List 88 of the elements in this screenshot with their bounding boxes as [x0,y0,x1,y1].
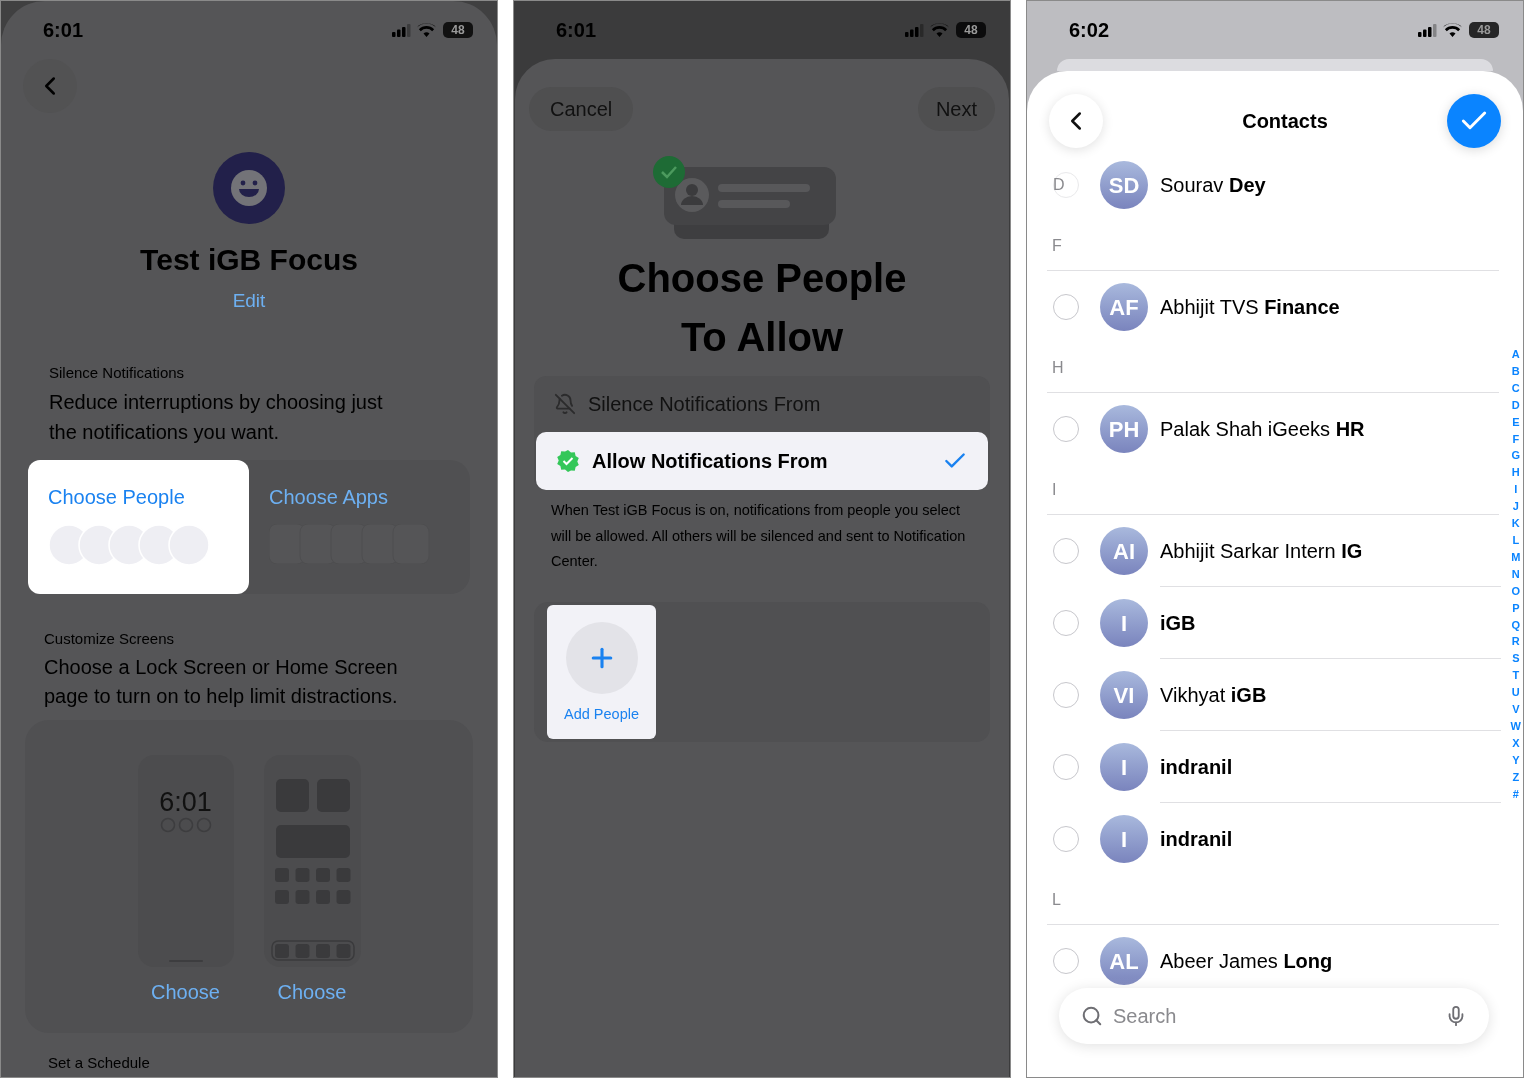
sheet-title: Contacts [1242,109,1328,134]
contact-name: Abeer James Long [1160,949,1333,974]
back-button[interactable] [1049,94,1103,148]
contact-avatar: PH [1100,405,1148,453]
bell-slash-icon [554,393,576,415]
contact-name: Palak Shah iGeeks HR [1160,417,1365,442]
signal-icon [1418,23,1438,37]
contact-avatar: AL [1100,937,1148,985]
index-letter[interactable]: J [1512,498,1519,516]
section-letter: H [1052,357,1064,378]
check-badge-icon [556,449,580,473]
contact-avatar: AF [1100,283,1148,331]
battery-level: 48 [956,22,986,38]
contact-name: indranil [1160,755,1233,780]
section-letter: F [1052,235,1062,256]
section-heading: Set a Schedule [47,1053,151,1073]
index-letter[interactable]: A [1511,346,1520,363]
index-letter[interactable]: C [1511,379,1520,397]
add-people-button[interactable]: Add People [547,604,656,739]
mode-option[interactable]: Silence Notifications From [534,376,990,432]
contact-name: Abhijit Sarkar Intern IG [1160,539,1363,564]
index-letter[interactable]: M [1511,548,1521,566]
status-time: 6:01 [556,18,597,43]
section-letter: D [1053,175,1065,195]
mode-option[interactable]: Allow Notifications From [536,432,988,490]
index-letter[interactable]: N [1511,565,1520,583]
search-field[interactable]: Search [1113,1001,1435,1031]
contact-name: Sourav Dey [1160,173,1266,198]
index-letter[interactable]: O [1511,582,1521,600]
index-letter[interactable]: V [1512,701,1520,718]
smiley-icon [213,152,285,224]
contact-avatar: I [1100,743,1148,791]
index-letter[interactable]: Z [1512,768,1520,786]
contact-avatar: AI [1100,527,1148,575]
section-description: Reduce interruptions by choosing just the notifications you want. [48,390,384,445]
signal-icon [392,23,412,37]
section-heading: Silence Notifications [48,363,186,383]
index-letter[interactable]: X [1512,734,1520,752]
index-letter[interactable]: # [1512,785,1519,803]
section-letter: L [1052,889,1061,910]
index-letter[interactable]: L [1512,531,1520,549]
contact-avatar: I [1100,599,1148,647]
option-tile[interactable]: Choose People [28,460,249,594]
index-letter[interactable]: W [1510,717,1521,735]
status-time: 6:01 [43,18,84,43]
index-letter[interactable]: Y [1512,751,1520,769]
section-description: Choose a Lock Screen or Home Screen page to turn on to help limit distractions. [43,655,399,709]
contact-name: indranil [1160,827,1233,852]
wifi-icon [930,23,949,37]
next-button[interactable]: Next [917,87,995,131]
index-letter[interactable]: G [1511,447,1521,465]
focus-title: Test iGB Focus [139,242,359,278]
status-time: 6:02 [1069,18,1110,43]
contact-avatar: I [1100,815,1148,863]
choose-button[interactable]: Choose [277,979,347,1005]
section-heading: Customize Screens [43,629,176,649]
search-icon [1081,1005,1103,1027]
index-letter[interactable]: H [1511,464,1520,482]
index-letter[interactable]: F [1512,430,1520,448]
edit-link[interactable]: Edit [232,289,266,313]
cancel-button[interactable]: Cancel [529,87,634,131]
battery-level: 48 [1469,22,1499,38]
index-letter[interactable]: K [1511,515,1520,532]
screen-title: Choose People To Allow [616,255,908,361]
choose-button[interactable]: Choose [151,979,220,1005]
contact-name: Vikhyat iGB [1160,683,1267,708]
index-letter[interactable]: E [1512,413,1520,431]
index-letter[interactable]: R [1511,633,1520,651]
contact-avatar: VI [1100,671,1148,719]
done-button[interactable] [1447,94,1501,148]
index-letter[interactable]: U [1511,684,1520,702]
wifi-icon [417,23,436,37]
section-letter: I [1052,479,1057,500]
wifi-icon [1443,23,1462,37]
index-letter[interactable]: P [1512,599,1520,617]
lock-screen-time: 6:01 [159,787,212,817]
index-letter[interactable]: B [1511,362,1520,380]
contact-name: Abhijit TVS Finance [1160,295,1340,320]
signal-icon [905,23,925,37]
contact-name: iGB [1160,611,1196,636]
mode-footnote: When Test iGB Focus is on, notifications from people you select will be allowed. All others will be silenced and sent to Notification Center. [550,501,967,571]
index-letter[interactable]: S [1512,650,1520,668]
index-letter[interactable]: T [1512,667,1520,685]
index-letter[interactable]: Q [1511,616,1521,634]
battery-level: 48 [443,22,473,38]
index-letter[interactable]: D [1511,396,1520,414]
contact-avatar: SD [1100,161,1148,209]
option-tile[interactable]: Choose Apps [249,460,470,594]
